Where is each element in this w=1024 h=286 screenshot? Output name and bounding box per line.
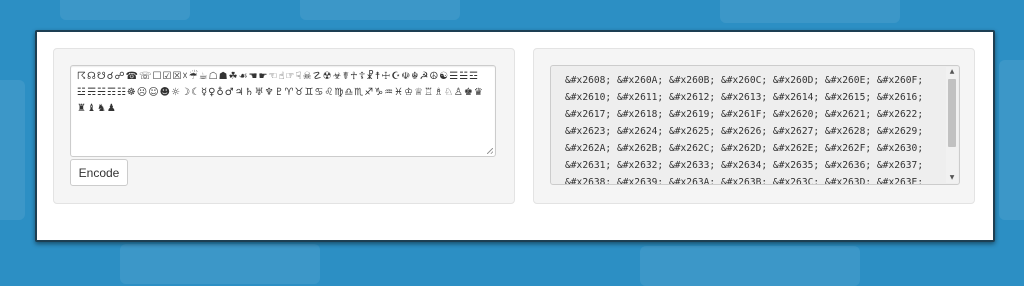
- main-card: ☈☊☋☌☍☎☏☐☑☒☓☔☕☖☗☘☙☚☛☜☝☞☟☠☡☢☣☤☥☦☧☨☩☪☫☬☭☮☯☰…: [35, 30, 995, 242]
- scroll-down-arrow-icon[interactable]: ▼: [946, 173, 958, 183]
- encoded-output[interactable]: &#x2608; &#x260A; &#x260B; &#x260C; &#x2…: [550, 65, 960, 185]
- symbols-input-value: ☈☊☋☌☍☎☏☐☑☒☓☔☕☖☗☘☙☚☛☜☝☞☟☠☡☢☣☤☥☦☧☨☩☪☫☬☭☮☯☰…: [77, 71, 484, 114]
- input-panel: ☈☊☋☌☍☎☏☐☑☒☓☔☕☖☗☘☙☚☛☜☝☞☟☠☡☢☣☤☥☦☧☨☩☪☫☬☭☮☯☰…: [53, 48, 515, 204]
- background-tile: [60, 0, 190, 20]
- background-tile: [120, 244, 320, 284]
- background-tile: [999, 60, 1024, 220]
- output-panel: &#x2608; &#x260A; &#x260B; &#x260C; &#x2…: [533, 48, 975, 204]
- scrollbar-thumb[interactable]: [948, 79, 956, 147]
- background-tile: [0, 80, 25, 220]
- background-tile: [300, 0, 460, 20]
- scroll-up-arrow-icon[interactable]: ▲: [946, 67, 958, 77]
- encoded-output-text: &#x2608; &#x260A; &#x260B; &#x260C; &#x2…: [565, 75, 924, 185]
- output-scrollbar[interactable]: ▲ ▼: [946, 67, 958, 183]
- page-background: { "input": { "value": "☈☊☋☌☍☎☏☐☑☒☓☔☕☖☗☘☙…: [0, 0, 1024, 286]
- background-tile: [720, 0, 900, 23]
- background-tile: [640, 246, 860, 286]
- encode-button[interactable]: Encode: [70, 159, 128, 186]
- resize-handle-icon[interactable]: [487, 148, 493, 154]
- symbols-input[interactable]: ☈☊☋☌☍☎☏☐☑☒☓☔☕☖☗☘☙☚☛☜☝☞☟☠☡☢☣☤☥☦☧☨☩☪☫☬☭☮☯☰…: [70, 65, 496, 157]
